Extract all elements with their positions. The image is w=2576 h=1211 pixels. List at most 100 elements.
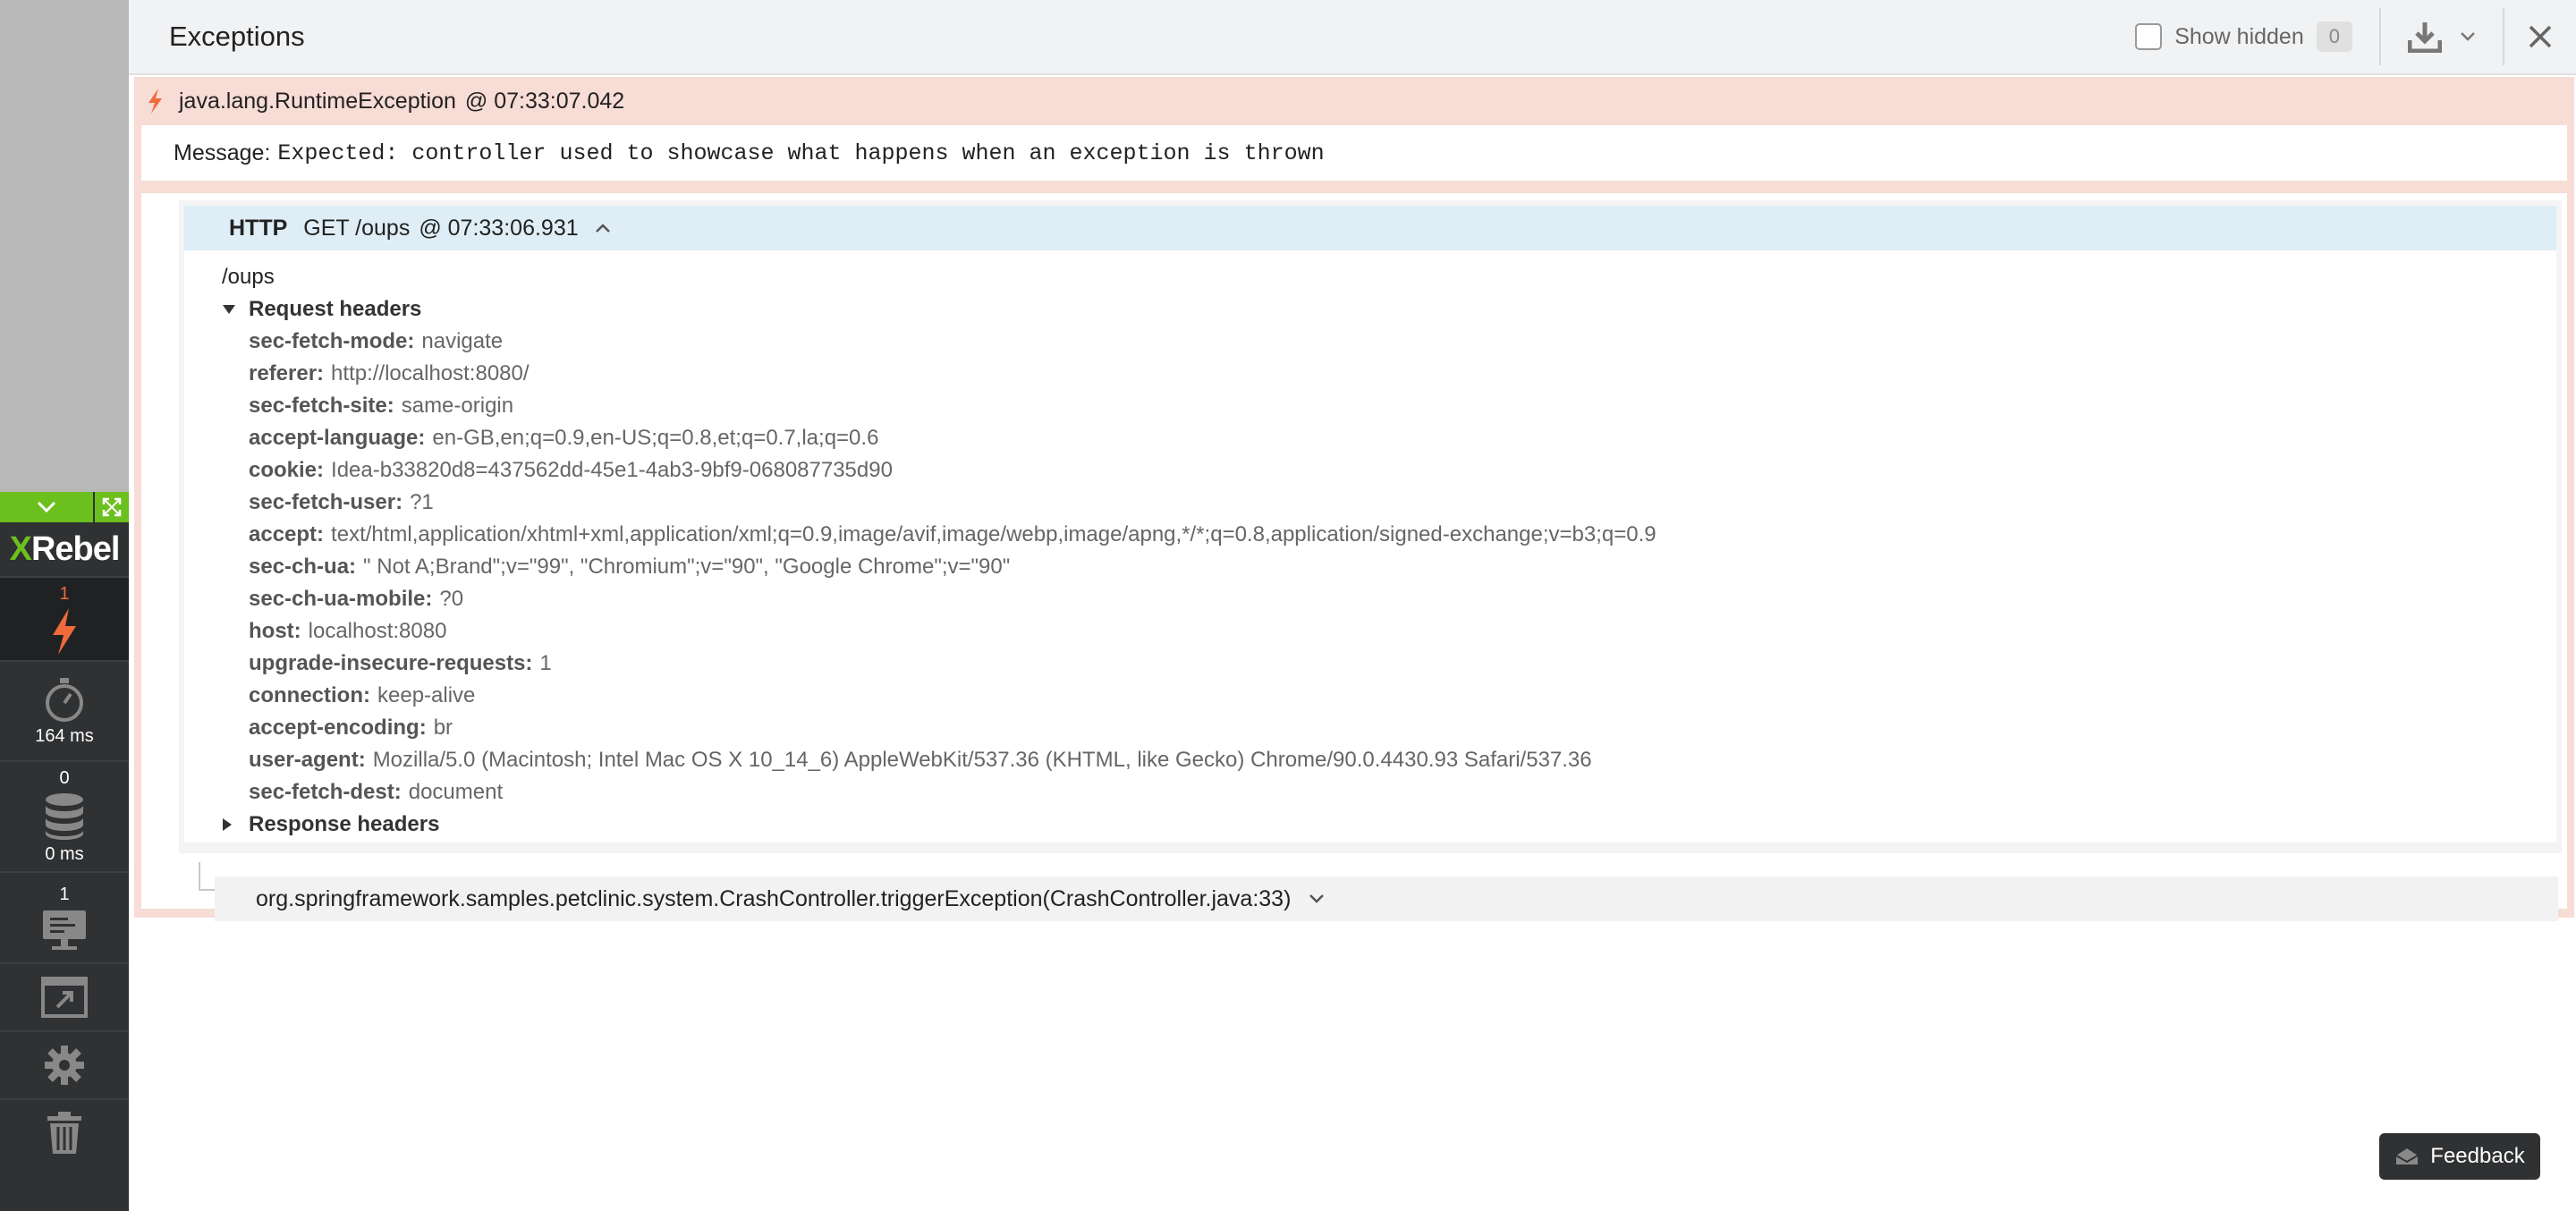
database-count: 0 bbox=[59, 768, 70, 788]
header-row: sec-fetch-user: ?1 bbox=[222, 487, 2556, 519]
header-key: sec-fetch-dest: bbox=[249, 780, 402, 804]
header-value: 1 bbox=[539, 651, 552, 675]
header-row: accept-language: en-GB,en;q=0.9,en-US;q=0… bbox=[222, 422, 2556, 454]
sidebar-item-database[interactable]: 0 0 ms bbox=[0, 760, 129, 871]
feedback-button[interactable]: Feedback bbox=[2379, 1133, 2540, 1180]
header-row: user-agent: Mozilla/5.0 (Macintosh; Intel… bbox=[222, 744, 2556, 776]
response-headers-label: Response headers bbox=[249, 812, 440, 836]
exception-details: HTTP GET /oups @ 07:33:06.931 /oups Requ… bbox=[141, 193, 2567, 921]
http-request-body: /oups Request headers sec-fetch-mode: nav… bbox=[184, 250, 2556, 843]
header-row: accept: text/html,application/xhtml+xml,a… bbox=[222, 519, 2556, 551]
exception-card: java.lang.RuntimeException @ 07:33:07.04… bbox=[134, 77, 2574, 921]
header-row: connection: keep-alive bbox=[222, 680, 2556, 712]
response-headers-toggle[interactable]: Response headers bbox=[222, 809, 2556, 841]
database-icon bbox=[46, 793, 83, 840]
header-key: sec-ch-ua: bbox=[249, 555, 357, 579]
header-row: sec-fetch-dest: document bbox=[222, 776, 2556, 809]
page-title: Exceptions bbox=[169, 21, 305, 52]
request-headers-toggle[interactable]: Request headers bbox=[222, 293, 2556, 326]
panel-header: Exceptions Show hidden 0 bbox=[129, 0, 2576, 75]
show-hidden-toggle[interactable]: Show hidden 0 bbox=[2135, 21, 2379, 52]
chevron-up-icon bbox=[595, 224, 610, 233]
request-headers-list: sec-fetch-mode: navigate referer: http://l… bbox=[222, 326, 2556, 809]
sidebar-topbar bbox=[0, 492, 129, 522]
header-row: accept-encoding: br bbox=[222, 712, 2556, 744]
header-key: connection: bbox=[249, 683, 370, 707]
logo-text: Rebel bbox=[30, 529, 120, 568]
header-value: ?0 bbox=[439, 587, 464, 611]
message-text: Expected: controller used to showcase wh… bbox=[277, 140, 1325, 166]
header-key: accept-encoding: bbox=[249, 716, 427, 740]
download-button[interactable] bbox=[2381, 21, 2503, 53]
feedback-label: Feedback bbox=[2430, 1144, 2525, 1168]
exceptions-count: 1 bbox=[59, 583, 70, 604]
stack-frame: org.springframework.samples.petclinic.sy… bbox=[256, 885, 1292, 911]
show-hidden-checkbox[interactable] bbox=[2135, 23, 2163, 50]
show-hidden-label: Show hidden bbox=[2174, 23, 2304, 49]
exception-class: java.lang.RuntimeException bbox=[179, 88, 456, 114]
sidebar-item-settings[interactable] bbox=[0, 1030, 129, 1098]
header-row: sec-fetch-mode: navigate bbox=[222, 326, 2556, 358]
stack-frame-row[interactable]: org.springframework.samples.petclinic.sy… bbox=[215, 876, 2558, 921]
header-value: Idea-b33820d8=437562dd-45e1-4ab3-9bf9-06… bbox=[331, 458, 893, 482]
xrebel-sidebar: X Rebel 1 164 ms 0 0 ms 1 bbox=[0, 492, 129, 1211]
header-row: sec-ch-ua-mobile: ?0 bbox=[222, 583, 2556, 615]
sidebar-item-delete[interactable] bbox=[0, 1098, 129, 1166]
chevron-down-icon bbox=[37, 501, 56, 513]
header-key: sec-ch-ua-mobile: bbox=[249, 587, 433, 611]
header-value: text/html,application/xhtml+xml,applicat… bbox=[331, 522, 1657, 546]
trash-icon bbox=[47, 1112, 81, 1154]
collapse-button[interactable] bbox=[0, 492, 93, 522]
header-row: upgrade-insecure-requests: 1 bbox=[222, 648, 2556, 680]
http-protocol: HTTP bbox=[229, 215, 288, 241]
expand-icon bbox=[102, 497, 122, 517]
http-request-time: @ 07:33:06.931 bbox=[419, 215, 579, 241]
http-request-header[interactable]: HTTP GET /oups @ 07:33:06.931 bbox=[184, 206, 2556, 250]
exceptions-panel: Exceptions Show hidden 0 java.lang.Runti… bbox=[129, 0, 2576, 1211]
header-row: referer: http://localhost:8080/ bbox=[222, 358, 2556, 390]
exception-message: Message: Expected: controller used to sh… bbox=[141, 125, 2567, 181]
sidebar-item-requests[interactable]: 1 bbox=[0, 871, 129, 962]
header-key: accept: bbox=[249, 522, 325, 546]
header-key: sec-fetch-site: bbox=[249, 394, 394, 418]
header-row: cookie: Idea-b33820d8=437562dd-45e1-4ab3-… bbox=[222, 454, 2556, 487]
download-icon bbox=[2408, 22, 2442, 53]
header-key: accept-language: bbox=[249, 426, 426, 450]
close-button[interactable] bbox=[2504, 0, 2576, 74]
header-value: " Not A;Brand";v="99", "Chromium";v="90"… bbox=[363, 555, 1011, 579]
header-value: keep-alive bbox=[377, 683, 476, 707]
database-time: 0 ms bbox=[45, 844, 84, 864]
http-request-line: GET /oups bbox=[303, 215, 411, 241]
sidebar-item-timing[interactable]: 164 ms bbox=[0, 660, 129, 760]
logo-x: X bbox=[9, 529, 32, 568]
header-key: upgrade-insecure-requests: bbox=[249, 651, 533, 675]
timing-value: 164 ms bbox=[35, 725, 94, 746]
header-value: localhost:8080 bbox=[308, 619, 447, 643]
sidebar-item-exceptions[interactable]: 1 bbox=[0, 576, 129, 660]
triangle-right-icon bbox=[222, 817, 249, 832]
chevron-down-icon bbox=[2461, 32, 2475, 41]
header-row: host: localhost:8080 bbox=[222, 615, 2556, 648]
gear-icon bbox=[45, 1046, 84, 1085]
sidebar-item-popout[interactable] bbox=[0, 962, 129, 1030]
header-row: sec-fetch-site: same-origin bbox=[222, 390, 2556, 422]
header-key: sec-fetch-mode: bbox=[249, 329, 415, 353]
exception-title-row[interactable]: java.lang.RuntimeException @ 07:33:07.04… bbox=[134, 77, 2574, 125]
chevron-down-icon bbox=[1309, 894, 1325, 903]
header-key: sec-fetch-user: bbox=[249, 490, 403, 514]
message-label: Message: bbox=[174, 140, 271, 165]
header-key: referer: bbox=[249, 361, 325, 385]
stopwatch-icon bbox=[46, 677, 83, 722]
header-row: sec-ch-ua: " Not A;Brand";v="99", "Chromi… bbox=[222, 551, 2556, 583]
header-key: user-agent: bbox=[249, 748, 366, 772]
expand-button[interactable] bbox=[93, 492, 129, 522]
header-value: http://localhost:8080/ bbox=[331, 361, 530, 385]
exception-time: @ 07:33:07.042 bbox=[464, 88, 625, 114]
popout-icon bbox=[41, 977, 88, 1018]
header-key: host: bbox=[249, 619, 301, 643]
monitor-icon bbox=[43, 910, 86, 950]
header-value: same-origin bbox=[401, 394, 514, 418]
hidden-count-badge: 0 bbox=[2316, 21, 2352, 52]
header-value: ?1 bbox=[410, 490, 434, 514]
close-icon bbox=[2529, 25, 2552, 48]
